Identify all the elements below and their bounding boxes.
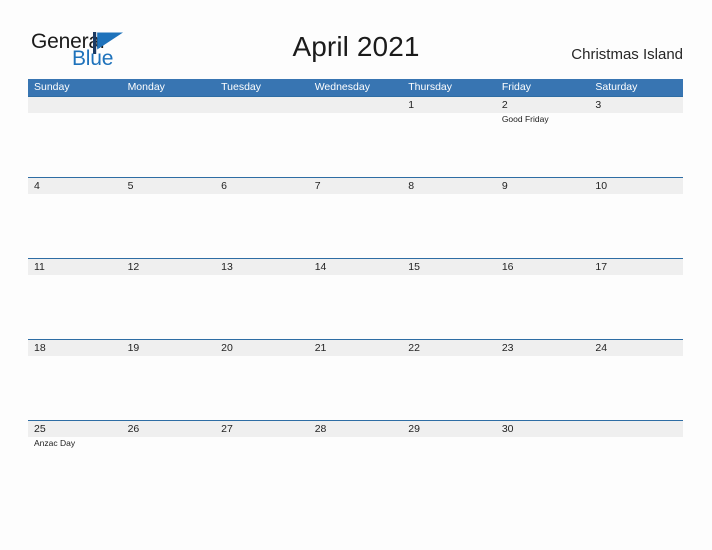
day-cell[interactable]: 14 <box>309 259 403 340</box>
day-number: 23 <box>501 342 514 354</box>
day-cell[interactable]: 15 <box>402 259 496 340</box>
day-number: 9 <box>501 180 508 192</box>
day-cell[interactable]: 28 <box>309 421 403 502</box>
day-number: 10 <box>595 180 608 192</box>
week-days: 25 Anzac Day 26 27 28 29 30 <box>28 421 683 502</box>
day-number: 16 <box>501 261 514 273</box>
calendar-table: Sunday Monday Tuesday Wednesday Thursday… <box>28 79 683 501</box>
day-number: 26 <box>127 423 140 435</box>
day-cell[interactable]: 17 <box>589 259 683 340</box>
day-cell[interactable] <box>309 97 403 178</box>
calendar-week-row: 1 2 Good Friday 3 <box>28 96 683 177</box>
day-number: 21 <box>314 342 327 354</box>
day-number: 22 <box>408 342 420 354</box>
day-number: 30 <box>501 423 514 435</box>
day-cell[interactable]: 29 <box>402 421 496 502</box>
day-number: 12 <box>127 261 140 273</box>
day-number: 19 <box>127 342 140 354</box>
day-number: 1 <box>408 99 415 111</box>
day-cell[interactable]: 6 <box>215 178 309 259</box>
day-number: 27 <box>221 423 233 435</box>
week-days: 1 2 Good Friday 3 <box>28 97 683 178</box>
day-cell[interactable]: 19 <box>122 340 216 421</box>
day-cell[interactable]: 25 Anzac Day <box>28 421 122 502</box>
day-cell[interactable]: 9 <box>496 178 590 259</box>
calendar-week-row: 11 12 13 14 15 16 17 <box>28 258 683 339</box>
day-cell[interactable]: 27 <box>215 421 309 502</box>
day-cell[interactable]: 13 <box>215 259 309 340</box>
day-cell[interactable]: 20 <box>215 340 309 421</box>
day-event: Anzac Day <box>34 438 76 448</box>
day-cell[interactable]: 4 <box>28 178 122 259</box>
day-number: 14 <box>314 261 327 273</box>
day-cell[interactable]: 24 <box>589 340 683 421</box>
day-cell[interactable]: 18 <box>28 340 122 421</box>
page-header: General Blue April 2021 Christmas Island <box>0 0 712 79</box>
weekday-header-thursday: Thursday <box>408 81 453 93</box>
day-number: 29 <box>408 423 420 435</box>
week-days: 11 12 13 14 15 16 17 <box>28 259 683 340</box>
location-label: Christmas Island <box>571 46 683 63</box>
day-cell[interactable]: 30 <box>496 421 590 502</box>
day-cell[interactable]: 5 <box>122 178 216 259</box>
day-cell[interactable]: 21 <box>309 340 403 421</box>
day-number: 18 <box>34 342 46 354</box>
day-cell[interactable]: 11 <box>28 259 122 340</box>
week-days: 4 5 6 7 8 9 10 <box>28 178 683 259</box>
day-event: Good Friday <box>501 114 549 124</box>
day-number: 17 <box>595 261 608 273</box>
weekday-header-friday: Friday <box>501 81 531 93</box>
day-number: 13 <box>221 261 233 273</box>
day-number: 28 <box>314 423 327 435</box>
day-number: 5 <box>127 180 134 192</box>
day-cell[interactable]: 23 <box>496 340 590 421</box>
day-cell[interactable]: 16 <box>496 259 590 340</box>
day-cell[interactable]: 26 <box>122 421 216 502</box>
day-cell[interactable]: 10 <box>589 178 683 259</box>
day-cell[interactable]: 8 <box>402 178 496 259</box>
day-cell[interactable]: 7 <box>309 178 403 259</box>
weekday-header-wednesday: Wednesday <box>314 81 370 93</box>
day-number: 11 <box>34 261 45 273</box>
day-number: 25 <box>34 423 46 435</box>
day-number: 4 <box>34 180 40 192</box>
calendar-week-row: 18 19 20 21 22 23 24 <box>28 339 683 420</box>
day-number: 3 <box>595 99 602 111</box>
day-number: 7 <box>314 180 321 192</box>
weekday-header-row: Sunday Monday Tuesday Wednesday Thursday… <box>28 79 683 96</box>
day-number: 6 <box>221 180 227 192</box>
weekday-header-tuesday: Tuesday <box>221 81 262 93</box>
day-cell[interactable] <box>122 97 216 178</box>
day-cell[interactable] <box>215 97 309 178</box>
day-number: 24 <box>595 342 608 354</box>
week-days: 18 19 20 21 22 23 24 <box>28 340 683 421</box>
weekday-header-saturday: Saturday <box>595 81 638 93</box>
calendar-week-row: 4 5 6 7 8 9 10 <box>28 177 683 258</box>
day-cell[interactable] <box>28 97 122 178</box>
day-cell[interactable] <box>589 421 683 502</box>
day-number: 8 <box>408 180 415 192</box>
day-cell[interactable]: 3 <box>589 97 683 178</box>
calendar-week-row: 25 Anzac Day 26 27 28 29 30 <box>28 420 683 501</box>
day-cell[interactable]: 1 <box>402 97 496 178</box>
day-cell[interactable]: 22 <box>402 340 496 421</box>
weekday-header-sunday: Sunday <box>34 81 70 93</box>
day-number: 15 <box>408 261 420 273</box>
day-number: 20 <box>221 342 233 354</box>
day-cell[interactable]: 12 <box>122 259 216 340</box>
day-number: 2 <box>501 99 508 111</box>
day-cell[interactable]: 2 Good Friday <box>496 97 590 178</box>
weekday-header-monday: Monday <box>127 81 165 93</box>
